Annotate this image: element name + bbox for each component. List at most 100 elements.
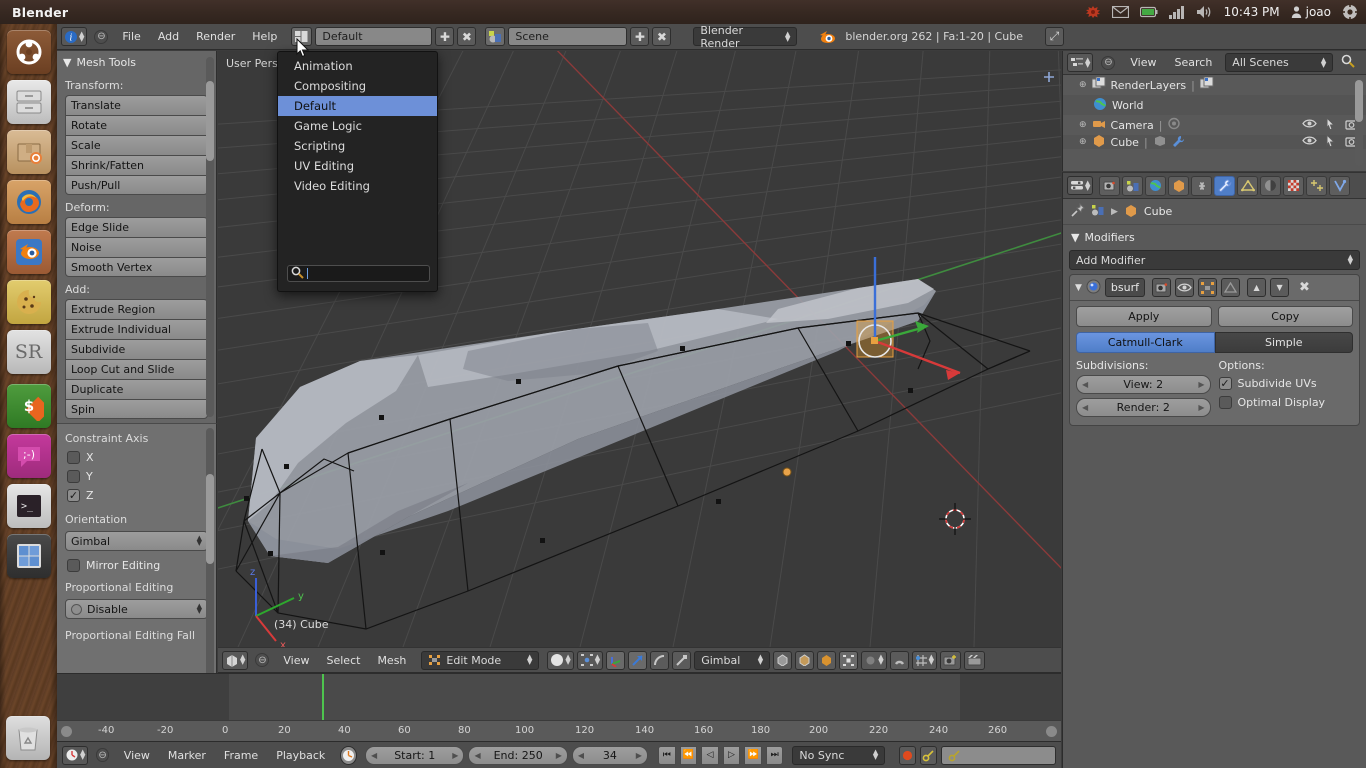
orientation-dropdown[interactable]: Gimbal ▲ ▼ — [65, 531, 208, 551]
keying-set-icon[interactable] — [919, 745, 937, 765]
outliner-menu-search[interactable]: Search — [1168, 54, 1220, 71]
auto-keyframe-record-icon[interactable] — [899, 745, 916, 765]
previous-keyframe-button[interactable]: ⏪ — [679, 745, 698, 765]
workspace-switcher-icon[interactable] — [6, 534, 51, 578]
expand-icon[interactable]: ⊕ — [1079, 137, 1087, 147]
operator-panel-scrollbar-thumb[interactable] — [206, 474, 214, 564]
tab-texture[interactable] — [1283, 175, 1305, 196]
proportional-edit-selector[interactable]: ▲ ▼ — [861, 650, 887, 670]
add-modifier-dropdown[interactable]: Add Modifier ▲ ▼ — [1069, 250, 1360, 270]
viewport-menu-view[interactable]: View — [276, 652, 316, 669]
tab-physics[interactable] — [1329, 175, 1351, 196]
tool-loop-cut-and-slide[interactable]: Loop Cut and Slide — [65, 359, 208, 379]
timeline-menu-view[interactable]: View — [117, 747, 157, 764]
right-arrow-icon[interactable]: ▶ — [1198, 403, 1204, 412]
viewport-menu-mesh[interactable]: Mesh — [370, 652, 413, 669]
visibility-eye-icon[interactable] — [1302, 118, 1317, 132]
timeline-scroll-left-handle[interactable] — [61, 726, 72, 737]
outliner-row-renderlayers[interactable]: ⊕ RenderLayers | — [1063, 75, 1366, 95]
menu-item-uv-editing[interactable]: UV Editing — [278, 156, 437, 176]
subdivisions-view-field[interactable]: ◀ View: 2 ▶ — [1076, 375, 1211, 394]
menu-item-animation[interactable]: Animation — [278, 56, 437, 76]
snap-magnet-icon[interactable] — [889, 650, 909, 670]
menu-item-video-editing[interactable]: Video Editing — [278, 176, 437, 196]
outliner-editor-type-selector[interactable]: ▲ ▼ — [1067, 53, 1094, 72]
modifier-copy-button[interactable]: Copy — [1217, 306, 1353, 327]
screen-layout-field[interactable]: Default — [315, 27, 433, 46]
interaction-mode-selector[interactable]: Edit Mode ▲ ▼ — [421, 650, 540, 670]
collapse-menu-icon[interactable]: ⊖ — [1101, 55, 1116, 70]
cookie-icon[interactable] — [6, 280, 51, 324]
screen-layout-dropdown-menu[interactable]: Animation Compositing Default Game Logic… — [277, 51, 438, 292]
modifier-apply-button[interactable]: Apply — [1076, 306, 1212, 327]
limit-selection-visible-icon[interactable] — [839, 650, 859, 670]
subdivision-type-catmull-clark[interactable]: Catmull-Clark — [1076, 332, 1215, 353]
current-frame-field[interactable]: ◀ 34 ▶ — [571, 745, 648, 765]
snap-element-selector[interactable]: ▲ ▼ — [911, 650, 937, 670]
checkbox-y[interactable] — [67, 470, 80, 483]
checkbox-z[interactable]: ✓ — [67, 489, 80, 502]
screen-layout-icon[interactable] — [291, 27, 313, 46]
keying-set-field[interactable] — [940, 745, 1056, 765]
outliner-row-cube[interactable]: ⊕ Cube | — [1063, 135, 1366, 149]
maximize-area-button[interactable]: ⤢ — [1044, 27, 1064, 46]
tab-particles[interactable] — [1306, 175, 1328, 196]
vertex-select-mode-icon[interactable] — [773, 650, 793, 670]
toolshelf-scrollbar-thumb[interactable] — [206, 81, 214, 161]
viewport-editor-type-selector[interactable]: ▲ ▼ — [222, 650, 249, 670]
right-arrow-icon[interactable]: ▶ — [1198, 380, 1204, 389]
triangle-down-icon[interactable]: ▼ — [1075, 283, 1082, 293]
collapse-menu-icon[interactable]: ⊖ — [94, 29, 109, 44]
right-arrow-icon[interactable]: ▶ — [452, 751, 458, 760]
pivot-point-selector[interactable]: ▲ ▼ — [576, 650, 604, 670]
scene-name-field[interactable]: Scene — [508, 27, 628, 46]
tool-duplicate[interactable]: Duplicate — [65, 379, 208, 399]
viewport-shading-selector[interactable]: ▲ ▼ — [547, 650, 574, 670]
next-keyframe-button[interactable]: ⏩ — [744, 745, 762, 765]
checkbox-optimal-display[interactable] — [1218, 396, 1232, 409]
translate-manipulator-icon[interactable] — [628, 650, 648, 670]
tab-render[interactable] — [1099, 175, 1121, 196]
play-reverse-button[interactable]: ◁ — [701, 745, 719, 765]
expand-icon[interactable]: ⊕ — [1079, 80, 1087, 90]
menu-item-game-logic[interactable]: Game Logic — [278, 116, 437, 136]
menu-file[interactable]: File — [115, 28, 147, 45]
right-arrow-icon[interactable]: ▶ — [636, 751, 642, 760]
menu-search-input[interactable] — [287, 265, 430, 282]
play-button[interactable]: ▷ — [722, 745, 741, 765]
modifier-oncage-toggle-icon[interactable] — [1221, 278, 1241, 297]
checkbox-subdivide-uvs[interactable]: ✓ — [1218, 377, 1232, 390]
render-opengl-animation-icon[interactable] — [963, 650, 985, 670]
tool-subdivide[interactable]: Subdivide — [65, 339, 208, 359]
scale-manipulator-icon[interactable] — [672, 650, 692, 670]
left-arrow-icon[interactable]: ◀ — [1082, 403, 1088, 412]
outliner-display-mode-selector[interactable]: All Scenes ▲ ▼ — [1225, 53, 1334, 72]
option-subdivide-uvs-row[interactable]: ✓ Subdivide UVs — [1218, 375, 1354, 394]
volume-icon[interactable] — [1196, 5, 1213, 19]
modifier-render-toggle-icon[interactable] — [1152, 278, 1172, 297]
expand-icon[interactable]: ⊕ — [1079, 120, 1087, 130]
tab-scene[interactable] — [1122, 175, 1144, 196]
tool-noise[interactable]: Noise — [65, 237, 208, 257]
subdivisions-render-field[interactable]: ◀ Render: 2 ▶ — [1076, 398, 1211, 417]
constraint-axis-z-row[interactable]: ✓ Z — [57, 486, 216, 505]
left-arrow-icon[interactable]: ◀ — [474, 751, 480, 760]
modifier-delete-icon[interactable]: ✖ — [1299, 280, 1310, 295]
timeline-ruler[interactable]: -40 -20 0 20 40 60 80 100 120 140 160 18… — [57, 720, 1061, 742]
selectability-cursor-icon[interactable] — [1326, 135, 1336, 149]
jump-to-end-button[interactable]: ⏭ — [765, 745, 784, 765]
left-arrow-icon[interactable]: ◀ — [371, 751, 377, 760]
modifier-name-field[interactable]: bsurf — [1104, 278, 1146, 297]
files-icon[interactable] — [6, 80, 51, 124]
tool-extrude-region[interactable]: Extrude Region — [65, 299, 208, 319]
tab-world[interactable] — [1145, 175, 1167, 196]
pin-icon[interactable] — [1071, 202, 1085, 220]
outliner-menu-view[interactable]: View — [1123, 54, 1163, 71]
start-frame-field[interactable]: ◀ Start: 1 ▶ — [365, 745, 465, 765]
transform-orientation-selector[interactable]: Gimbal ▲ ▼ — [694, 650, 771, 670]
collapse-menu-icon[interactable]: ⊖ — [255, 653, 270, 667]
left-arrow-icon[interactable]: ◀ — [1082, 380, 1088, 389]
checkbox-x[interactable] — [67, 451, 80, 464]
user-menu[interactable]: joao — [1291, 5, 1331, 19]
mirror-editing-row[interactable]: Mirror Editing — [57, 553, 216, 575]
